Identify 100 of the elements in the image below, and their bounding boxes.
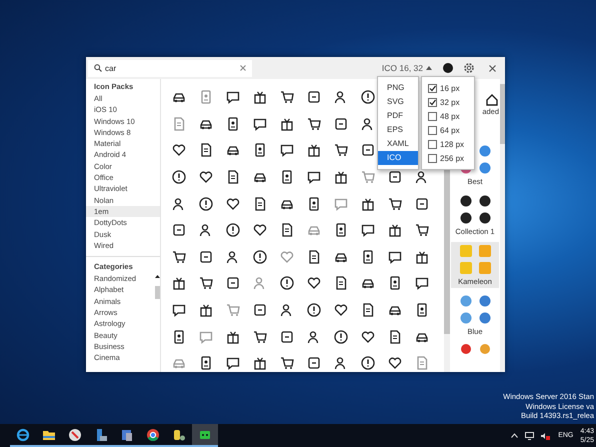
monitor-icon[interactable]: [525, 432, 534, 440]
scrollbar-thumb[interactable]: [154, 286, 160, 300]
cart-icon[interactable]: [278, 355, 294, 372]
gift-icon[interactable]: [386, 222, 402, 238]
checkbox[interactable]: [428, 154, 437, 162]
alert-icon[interactable]: [332, 328, 348, 345]
cart-icon[interactable]: [252, 328, 268, 345]
size-label: 256 px: [440, 154, 464, 162]
bubble-icon[interactable]: [278, 142, 294, 158]
cart-icon[interactable]: [414, 222, 430, 238]
alert-icon[interactable]: [198, 196, 214, 212]
gift-icon[interactable]: [332, 169, 348, 186]
square-icon[interactable]: [224, 275, 240, 292]
size-label: 48 px: [440, 112, 460, 120]
close-icon[interactable]: [489, 64, 496, 72]
checkbox[interactable]: [428, 140, 437, 148]
circle-icon: [478, 294, 492, 308]
bubble-icon[interactable]: [360, 222, 376, 238]
checkbox[interactable]: [428, 84, 437, 92]
circle-icon: [458, 211, 472, 225]
gift-icon[interactable]: [198, 302, 214, 318]
square-icon[interactable]: [306, 89, 322, 106]
square-icon[interactable]: [386, 169, 402, 186]
cart-icon[interactable]: [278, 89, 294, 106]
square-icon[interactable]: [278, 328, 294, 345]
format-dropdown-button[interactable]: ICO 16, 32: [380, 63, 434, 73]
format-option[interactable]: EPS: [378, 123, 418, 137]
cart-icon[interactable]: [332, 142, 348, 158]
format-option[interactable]: XAML: [378, 137, 418, 151]
cart-icon[interactable]: [386, 196, 402, 212]
alert-icon[interactable]: [306, 302, 322, 318]
alert-icon[interactable]: [360, 355, 376, 372]
circle-icon: [478, 311, 492, 325]
heart-icon[interactable]: [360, 328, 376, 345]
bubble-icon[interactable]: [224, 89, 240, 106]
cart-icon[interactable]: [198, 275, 214, 292]
square-icon[interactable]: [198, 248, 214, 265]
alert-icon[interactable]: [252, 248, 268, 265]
size-label: 128 px: [440, 140, 464, 148]
heart-icon[interactable]: [306, 275, 322, 292]
size-label: 16 px: [440, 84, 460, 92]
heart-icon[interactable]: [386, 355, 402, 372]
gift-icon[interactable]: [170, 275, 186, 292]
cart-icon[interactable]: [306, 116, 322, 132]
gift-icon[interactable]: [252, 89, 268, 106]
circle-icon: [458, 342, 472, 356]
square-icon: [478, 261, 492, 275]
square-icon[interactable]: [414, 196, 430, 212]
checkbox[interactable]: [428, 126, 437, 134]
bubble-icon[interactable]: [224, 355, 240, 372]
clear-icon[interactable]: [240, 65, 246, 71]
checkbox[interactable]: [428, 112, 437, 120]
circle-icon: [478, 161, 492, 175]
bubble-icon[interactable]: [170, 302, 186, 318]
square-icon: [458, 244, 472, 258]
alert-icon[interactable]: [224, 222, 240, 238]
settings-icon[interactable]: [463, 62, 475, 74]
circle-icon: [478, 211, 492, 225]
scroll-up-icon[interactable]: [154, 275, 160, 278]
format-option[interactable]: SVG: [378, 95, 418, 109]
heart-icon[interactable]: [170, 142, 186, 158]
square-icon: [458, 261, 472, 275]
alert-icon[interactable]: [360, 89, 376, 106]
circle-icon: [478, 144, 492, 158]
size-label: 32 px: [440, 98, 460, 106]
alert-icon[interactable]: [170, 169, 186, 186]
circle-icon: [478, 194, 492, 208]
heart-icon[interactable]: [198, 169, 214, 186]
house-icon[interactable]: [485, 93, 499, 107]
format-option[interactable]: ICO: [378, 151, 418, 165]
color-swatch-icon[interactable]: [443, 63, 453, 73]
square-icon[interactable]: [332, 116, 348, 132]
circle-icon: [458, 311, 472, 325]
circle-icon: [458, 294, 472, 308]
gift-icon[interactable]: [306, 142, 322, 158]
square-icon[interactable]: [170, 222, 186, 238]
square-icon[interactable]: [252, 302, 268, 318]
bubble-icon[interactable]: [306, 169, 322, 186]
format-option[interactable]: PDF: [378, 109, 418, 123]
format-option[interactable]: PNG: [378, 81, 418, 95]
checkbox[interactable]: [428, 98, 437, 106]
search-field[interactable]: car: [88, 60, 252, 76]
cart-icon[interactable]: [170, 248, 186, 265]
robot-icon[interactable]: [192, 424, 218, 447]
alert-icon[interactable]: [278, 275, 294, 292]
heart-icon[interactable]: [224, 196, 240, 212]
heart-icon[interactable]: [252, 222, 268, 238]
heart-icon[interactable]: [332, 302, 348, 318]
search-icon: [94, 64, 102, 72]
bubble-icon[interactable]: [414, 275, 430, 292]
square-icon: [478, 244, 492, 258]
caret-icon: [426, 66, 432, 70]
speaker-icon[interactable]: [541, 432, 552, 440]
circle-icon: [458, 194, 472, 208]
square-icon[interactable]: [306, 355, 322, 372]
square-icon[interactable]: [360, 142, 376, 158]
scrollbar-thumb[interactable]: [500, 84, 505, 144]
chevron-up-icon[interactable]: [511, 433, 518, 438]
size-label: 64 px: [440, 126, 460, 134]
gift-icon[interactable]: [252, 355, 268, 372]
